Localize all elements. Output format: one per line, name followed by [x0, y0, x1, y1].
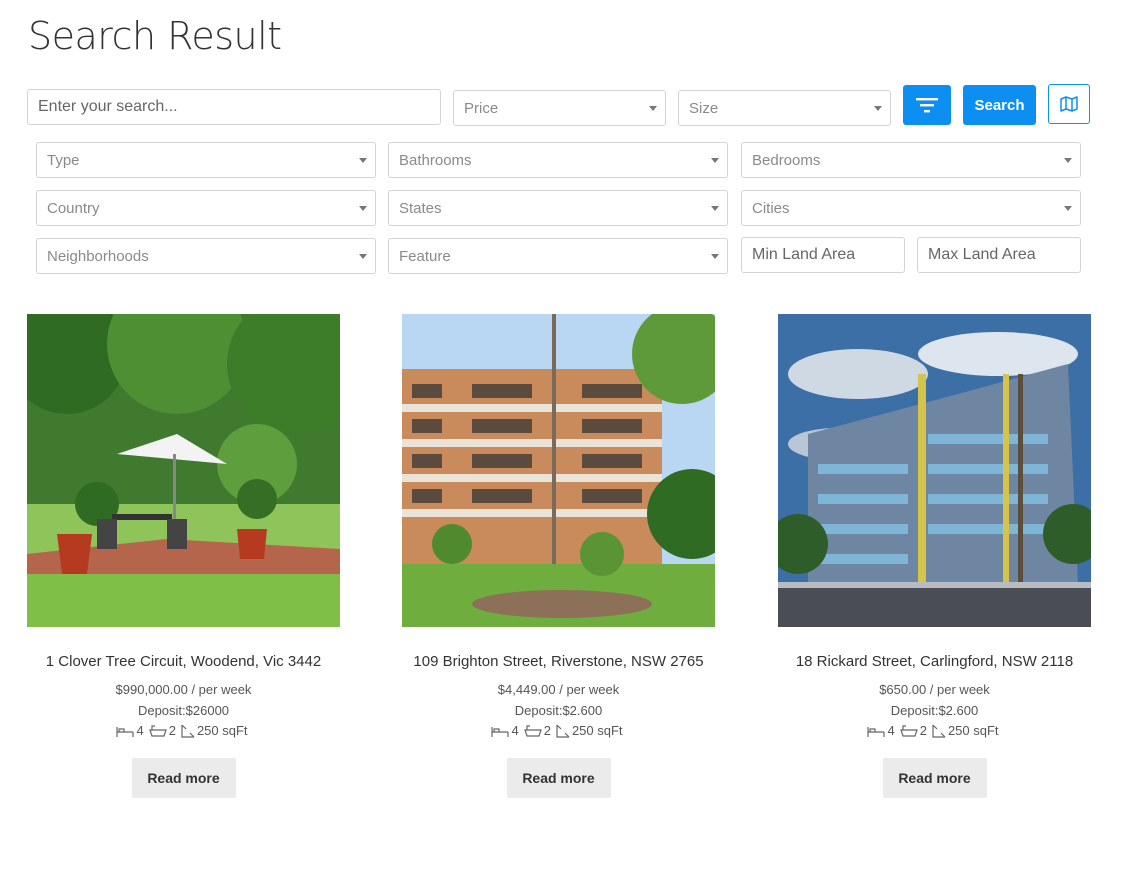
country-label: Country	[47, 199, 100, 217]
min-land-area-placeholder: Min Land Area	[752, 246, 856, 263]
cities-label: Cities	[752, 199, 790, 217]
listing-price: $990,000.00 / per week	[115, 682, 252, 697]
area-icon	[932, 724, 946, 738]
area-icon	[556, 724, 570, 738]
country-select[interactable]: Country	[36, 190, 376, 226]
chevron-down-icon	[874, 106, 882, 111]
listing-deposit: Deposit:$2.600	[890, 703, 979, 718]
bed-icon	[867, 726, 886, 737]
chevron-down-icon	[1064, 206, 1072, 211]
search-placeholder: Enter your search...	[38, 98, 178, 115]
cities-select[interactable]: Cities	[741, 190, 1081, 226]
baths-count: 2	[543, 723, 551, 738]
price-select[interactable]: Price	[453, 90, 666, 126]
bedrooms-label: Bedrooms	[752, 151, 821, 169]
filter-toggle-button[interactable]	[903, 85, 951, 125]
listing-address[interactable]: 18 Rickard Street, Carlingford, NSW 2118	[778, 653, 1091, 670]
chevron-down-icon	[711, 254, 719, 259]
beds-count: 4	[511, 723, 519, 738]
max-land-area-input[interactable]: Max Land Area	[917, 237, 1081, 273]
listing-photo[interactable]	[402, 314, 715, 627]
listing-price: $4,449.00 / per week	[497, 682, 620, 697]
feature-label: Feature	[399, 247, 451, 265]
area-size: 250 sqFt	[196, 723, 248, 738]
area-icon	[181, 724, 195, 738]
beds-count: 4	[136, 723, 144, 738]
page-title: Search Result	[28, 14, 282, 58]
size-select[interactable]: Size	[678, 90, 891, 126]
states-select[interactable]: States	[388, 190, 728, 226]
chevron-down-icon	[359, 206, 367, 211]
price-label: Price	[464, 99, 499, 117]
feature-select[interactable]: Feature	[388, 238, 728, 274]
search-button[interactable]: Search	[963, 85, 1036, 125]
chevron-down-icon	[649, 106, 657, 111]
listing-deposit: Deposit:$26000	[137, 703, 230, 718]
baths-count: 2	[919, 723, 927, 738]
neighborhoods-label: Neighborhoods	[47, 247, 149, 265]
filter-icon	[916, 98, 938, 113]
type-label: Type	[47, 151, 80, 169]
area-size: 250 sqFt	[571, 723, 623, 738]
listing-card: 1 Clover Tree Circuit, Woodend, Vic 3442…	[27, 314, 340, 798]
bath-icon	[148, 724, 167, 737]
chevron-down-icon	[359, 158, 367, 163]
bedrooms-select[interactable]: Bedrooms	[741, 142, 1081, 178]
listing-address[interactable]: 109 Brighton Street, Riverstone, NSW 276…	[402, 653, 715, 670]
listing-specs: 4 2 250 sqFt	[778, 723, 1091, 738]
read-more-button[interactable]: Read more	[882, 758, 987, 798]
listing-photo[interactable]	[778, 314, 1091, 627]
listing-specs: 4 2 250 sqFt	[27, 723, 340, 738]
type-select[interactable]: Type	[36, 142, 376, 178]
bath-icon	[899, 724, 918, 737]
listing-card: 18 Rickard Street, Carlingford, NSW 2118…	[778, 314, 1091, 798]
read-more-button[interactable]: Read more	[506, 758, 611, 798]
max-land-area-placeholder: Max Land Area	[928, 246, 1036, 263]
listing-card: 109 Brighton Street, Riverstone, NSW 276…	[402, 314, 715, 798]
listing-deposit: Deposit:$2.600	[514, 703, 603, 718]
beds-count: 4	[887, 723, 895, 738]
search-input[interactable]: Enter your search...	[27, 89, 441, 125]
neighborhoods-select[interactable]: Neighborhoods	[36, 238, 376, 274]
chevron-down-icon	[711, 158, 719, 163]
read-more-button[interactable]: Read more	[131, 758, 236, 798]
bathrooms-select[interactable]: Bathrooms	[388, 142, 728, 178]
baths-count: 2	[168, 723, 176, 738]
listing-price: $650.00 / per week	[879, 682, 990, 697]
map-view-button[interactable]	[1048, 84, 1090, 124]
bed-icon	[116, 726, 135, 737]
bath-icon	[523, 724, 542, 737]
size-label: Size	[689, 99, 719, 117]
states-label: States	[399, 199, 442, 217]
chevron-down-icon	[1064, 158, 1072, 163]
area-size: 250 sqFt	[947, 723, 999, 738]
listing-photo[interactable]	[27, 314, 340, 627]
listing-specs: 4 2 250 sqFt	[402, 723, 715, 738]
map-icon	[1060, 96, 1078, 112]
bed-icon	[491, 726, 510, 737]
bathrooms-label: Bathrooms	[399, 151, 472, 169]
chevron-down-icon	[711, 206, 719, 211]
listing-address[interactable]: 1 Clover Tree Circuit, Woodend, Vic 3442	[27, 653, 340, 670]
chevron-down-icon	[359, 254, 367, 259]
min-land-area-input[interactable]: Min Land Area	[741, 237, 905, 273]
